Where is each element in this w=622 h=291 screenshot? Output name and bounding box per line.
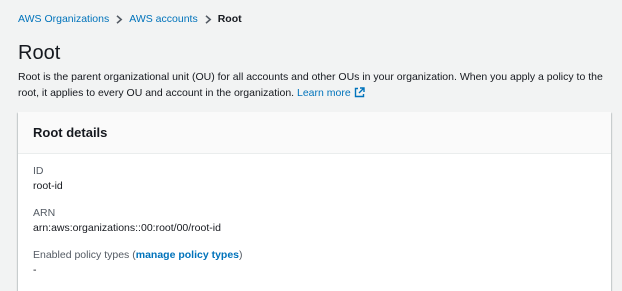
learn-more-link[interactable]: Learn more bbox=[297, 87, 365, 99]
manage-policy-types-link[interactable]: manage policy types bbox=[136, 249, 239, 261]
arn-value: arn:aws:organizations::00:root/00/root-i… bbox=[33, 222, 221, 234]
page-description: Root is the parent organizational unit (… bbox=[18, 69, 622, 103]
policy-types-value: - bbox=[33, 264, 37, 276]
panel-header: Root details bbox=[18, 112, 611, 154]
breadcrumb-aws-accounts[interactable]: AWS accounts bbox=[129, 12, 197, 26]
policy-types-field: Enabled policy types (manage policy type… bbox=[33, 248, 596, 278]
id-field: ID root-id bbox=[33, 164, 596, 194]
breadcrumb-aws-organizations[interactable]: AWS Organizations bbox=[18, 12, 109, 26]
arn-label: ARN bbox=[33, 207, 56, 219]
policy-label-suffix: ) bbox=[239, 249, 243, 261]
id-label: ID bbox=[33, 165, 44, 177]
panel-title: Root details bbox=[33, 125, 108, 140]
breadcrumb: AWS Organizations AWS accounts Root bbox=[18, 12, 242, 26]
chevron-right-icon bbox=[115, 14, 123, 24]
policy-label-prefix: Enabled policy types ( bbox=[33, 249, 136, 261]
learn-more-label: Learn more bbox=[297, 87, 351, 99]
policy-types-label: Enabled policy types (manage policy type… bbox=[33, 248, 596, 263]
root-details-panel: Root details ID root-id ARN arn:aws:orga… bbox=[18, 112, 611, 291]
external-link-icon bbox=[354, 87, 365, 103]
page-title: Root bbox=[18, 42, 61, 64]
id-value: root-id bbox=[33, 180, 63, 192]
arn-field: ARN arn:aws:organizations::00:root/00/ro… bbox=[33, 206, 596, 236]
panel-body: ID root-id ARN arn:aws:organizations::00… bbox=[18, 154, 611, 291]
chevron-right-icon bbox=[204, 14, 212, 24]
breadcrumb-current: Root bbox=[217, 13, 242, 25]
